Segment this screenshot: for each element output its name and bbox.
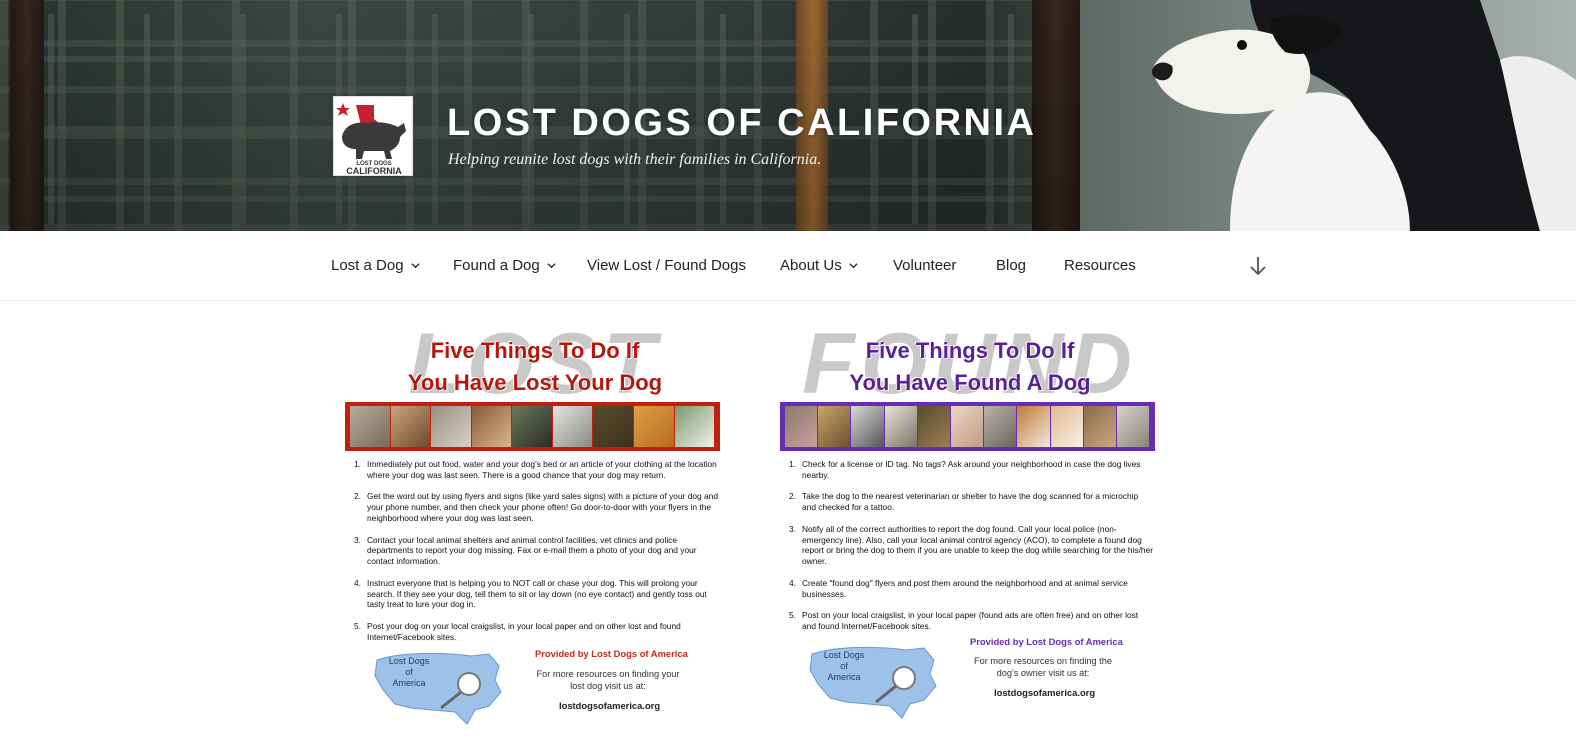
nav-item-volunteer[interactable]: Volunteer (893, 257, 956, 274)
dog-photo-strip (780, 402, 1155, 451)
svg-text:CALIFORNIA: CALIFORNIA (346, 166, 402, 176)
dog-photo (350, 406, 390, 447)
lostdogsofamerica-link[interactable]: lostdogsofamerica.org (994, 687, 1095, 698)
flyer-title-line1: Five Things To Do If (865, 338, 1075, 363)
arrow-down-icon[interactable] (1248, 255, 1268, 277)
usa-map-icon: Lost Dogs of America (809, 646, 937, 719)
california-dog-logo-icon: LOST DOGS CALIFORNIA (334, 97, 412, 176)
nav-label: Resources (1064, 257, 1136, 274)
more-resources-text: For more resources on finding the dog's … (974, 656, 1112, 678)
dog-photo (1116, 406, 1150, 447)
chevron-down-icon (547, 263, 556, 269)
site-tagline: Helping reunite lost dogs with their fam… (448, 151, 822, 168)
nav-item-blog[interactable]: Blog (996, 257, 1026, 274)
dog-photo (785, 406, 818, 447)
dog-photo (851, 406, 884, 447)
flyer-step: 1. Check for a license or ID tag. No tags… (789, 459, 1141, 480)
flyer-title-line1: Five Things To Do If (430, 338, 640, 363)
provided-by-text: Provided by Lost Dogs of America (970, 636, 1123, 647)
flyer-title-line2: You Have Found A Dog (849, 370, 1091, 395)
nav-item-view-lost-found-dogs[interactable]: View Lost / Found Dogs (587, 257, 746, 274)
svg-text:of: of (840, 661, 848, 671)
dog-photo (884, 406, 917, 447)
site-title[interactable]: LOST DOGS OF CALIFORNIA (447, 102, 1036, 145)
dog-photo (593, 406, 633, 447)
dog-photo-strip (345, 402, 720, 451)
flyer-step: 2. Get the word out by using flyers and s… (354, 491, 718, 523)
lostdogsofamerica-link[interactable]: lostdogsofamerica.org (559, 700, 660, 711)
dog-photo (1017, 406, 1050, 447)
dog-photo (471, 406, 512, 447)
nav-item-found-a-dog[interactable]: Found a Dog (453, 257, 556, 274)
svg-text:Lost Dogs: Lost Dogs (389, 656, 430, 666)
main-navigation: Lost a Dog Found a Dog View Lost / Found… (0, 231, 1576, 301)
dog-photo (431, 406, 471, 447)
flyer-step: 4. Create "found dog" flyers and post the… (789, 577, 1128, 599)
svg-text:of: of (405, 667, 413, 677)
flyer-step: 3. Contact your local animal shelters and… (354, 534, 697, 567)
dog-photo (917, 406, 950, 447)
flyer-step: 4. Instruct everyone that is helping you … (354, 577, 707, 610)
dog-photo (512, 406, 552, 447)
svg-text:Lost Dogs: Lost Dogs (824, 650, 865, 660)
flyer-step: 5. Post on your local craigslist, in your… (789, 610, 1139, 631)
lost-dog-flyer[interactable]: LOST Five Things To Do If You Have Lost … (345, 328, 725, 728)
chevron-down-icon (410, 263, 420, 269)
dog-photo (984, 406, 1017, 447)
header-banner: LOST DOGS CALIFORNIA LOST DOGS OF CALIFO… (0, 0, 1576, 231)
nav-item-about-us[interactable]: About Us (780, 257, 858, 274)
flyer-step: 5. Post your dog on your local craigslist… (354, 620, 681, 642)
nav-label: Volunteer (893, 257, 957, 274)
nav-label: About Us (780, 257, 842, 274)
nav-label: Blog (996, 257, 1027, 274)
flyer-step: 3. Notify all of the correct authorities … (789, 523, 1154, 567)
flyer-steps: 1. Check for a license or ID tag. No tags… (786, 459, 1154, 643)
usa-map-icon: Lost Dogs of America (374, 652, 502, 725)
dog-photo (633, 406, 674, 447)
dog-photo (390, 406, 431, 447)
provided-by-text: Provided by Lost Dogs of America (535, 648, 688, 659)
dog-photo (1083, 406, 1116, 447)
nav-label: Found a Dog (453, 257, 540, 274)
nav-item-lost-a-dog[interactable]: Lost a Dog (331, 257, 420, 274)
chevron-down-icon (849, 263, 858, 269)
dog-photo (1050, 406, 1083, 447)
svg-text:America: America (827, 672, 860, 682)
dog-photo (674, 406, 715, 447)
more-resources-text: For more resources on finding your lost … (536, 669, 680, 691)
dog-photo (818, 406, 851, 447)
flyer-title-line2: You Have Lost Your Dog (407, 370, 663, 395)
dog-photo (950, 406, 984, 447)
nav-label: Lost a Dog (331, 257, 404, 274)
site-logo[interactable]: LOST DOGS CALIFORNIA (333, 96, 413, 176)
flyer-steps: 1. Immediately put out food, water and yo… (351, 459, 719, 653)
nav-item-resources[interactable]: Resources (1064, 257, 1136, 274)
nav-label: View Lost / Found Dogs (587, 257, 746, 274)
dog-photo (552, 406, 593, 447)
border-collie-image (1080, 0, 1576, 231)
flyer-step: 2. Take the dog to the nearest veterinari… (789, 491, 1139, 513)
flyer-step: 1. Immediately put out food, water and yo… (354, 459, 717, 480)
found-dog-flyer[interactable]: FOUND Five Things To Do If You Have Foun… (780, 328, 1160, 728)
svg-text:America: America (392, 678, 425, 688)
